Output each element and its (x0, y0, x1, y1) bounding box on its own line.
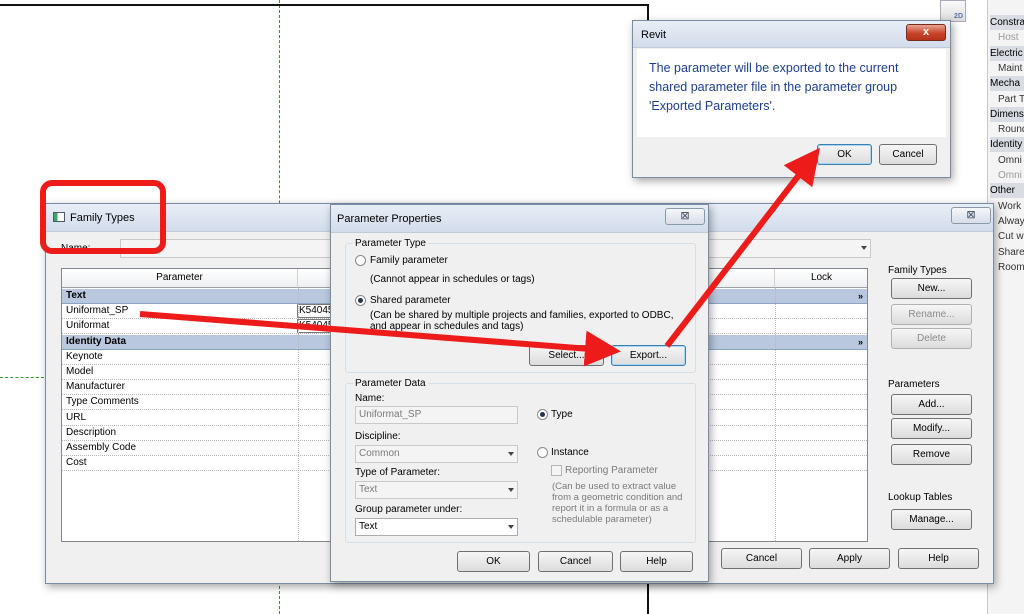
annotation-arrows (139, 147, 820, 367)
arrow-to-export-button (139, 311, 621, 367)
arrow-to-ok-button (664, 147, 820, 348)
